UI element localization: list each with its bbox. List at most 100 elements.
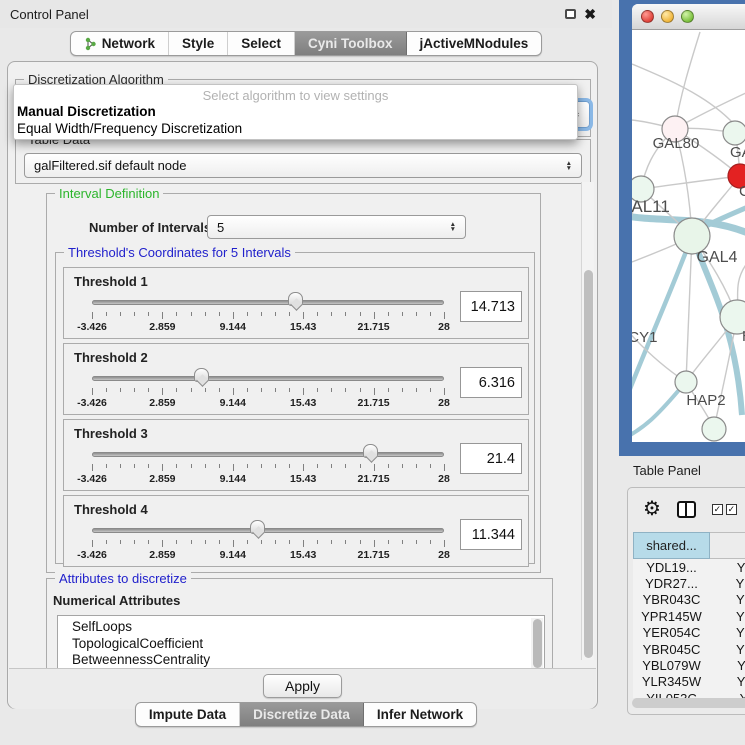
table-cell[interactable]: YBR045C (633, 641, 710, 657)
list-scrollbar[interactable] (531, 618, 543, 670)
slider-tick (303, 540, 304, 547)
tab-infer-network[interactable]: Infer Network (364, 703, 476, 726)
tab-cyni-toolbox[interactable]: Cyni Toolbox (295, 32, 407, 55)
slider-thumb[interactable] (288, 292, 303, 306)
table-cell[interactable]: YDL19... (633, 559, 710, 575)
threshold-value-field[interactable]: 14.713 (460, 291, 522, 322)
panel-title: Control Panel (0, 7, 89, 22)
panel-scrollbar[interactable] (581, 182, 594, 660)
table-cell[interactable]: YLR3 (710, 674, 745, 690)
table-cell[interactable]: YIL053C (633, 690, 710, 698)
checked-box-icon[interactable]: ✓ (726, 504, 737, 515)
slider-thumb[interactable] (194, 368, 209, 382)
slider-track[interactable] (92, 528, 444, 533)
slider-tick (233, 312, 234, 319)
slider-track[interactable] (92, 452, 444, 457)
float-window-icon[interactable] (565, 9, 576, 19)
threshold-value-field[interactable]: 21.4 (460, 443, 522, 474)
slider-tick (303, 388, 304, 395)
table-toolbar: ⚙ ✓ ✓ (628, 488, 745, 530)
slider-tick (430, 388, 431, 392)
table-row[interactable]: YER054CYER0 (633, 625, 745, 641)
slider-tick (176, 464, 177, 468)
popup-item-manual-discretization[interactable]: Manual Discretization (14, 103, 577, 120)
table-cell[interactable]: YDR2 (710, 575, 745, 591)
table-row[interactable]: YBR043CYBR0 (633, 592, 745, 608)
close-icon[interactable]: ✖ (584, 9, 596, 19)
table-horizontal-scrollbar[interactable] (632, 698, 745, 708)
column-header-shared-name[interactable]: shared... (633, 532, 710, 559)
table-row[interactable]: YBL079WYBL0 (633, 657, 745, 673)
column-header-name[interactable]: na (710, 532, 745, 559)
slider-tick-labels: -3.4262.8599.14415.4321.71528 (92, 321, 444, 334)
threshold-value-field[interactable]: 6.316 (460, 367, 522, 398)
table-rows: YDL19...YDL1YDR27...YDR2YBR043CYBR0YPR14… (633, 559, 745, 698)
slider-track[interactable] (92, 300, 444, 305)
slider-tick (275, 464, 276, 468)
slider-tick-label: 15.43 (290, 473, 316, 485)
combo-value: 5 (217, 220, 224, 235)
slider-tick (148, 388, 149, 392)
attribute-list-item[interactable]: SelfLoops (58, 619, 544, 636)
table-row[interactable]: YLR345WYLR3 (633, 674, 745, 690)
attribute-list-item[interactable]: TopologicalCoefficient (58, 636, 544, 653)
table-cell[interactable]: YER054C (633, 625, 710, 641)
slider-tick (92, 388, 93, 395)
table-row[interactable]: YBR045CYBR0 (633, 641, 745, 657)
tab-impute-data[interactable]: Impute Data (136, 703, 240, 726)
slider-tick (374, 540, 375, 547)
node-label: GAL4 (697, 249, 738, 266)
tab-network[interactable]: Network (71, 32, 169, 55)
slider-thumb[interactable] (250, 520, 265, 534)
network-canvas[interactable]: GAL80GACGAL11GAL4HGCY1HAP2 (632, 30, 745, 442)
numerical-attributes-list[interactable]: SelfLoopsTopologicalCoefficientBetweenne… (57, 615, 545, 673)
table-row[interactable]: YIL053CYIL0 (633, 690, 745, 698)
network-node[interactable] (723, 121, 745, 145)
table-cell[interactable]: YPR1 (710, 608, 745, 624)
table-cell[interactable]: YPR145W (633, 608, 710, 624)
table-row[interactable]: YPR145WYPR1 (633, 608, 745, 624)
slider-track[interactable] (92, 376, 444, 381)
popup-item-equal-width-frequency[interactable]: Equal Width/Frequency Discretization (14, 120, 577, 137)
network-window-titlebar[interactable] (632, 4, 745, 30)
attribute-list-item[interactable]: BetweennessCentrality (58, 652, 544, 669)
table-data-group: Table Data galFiltered.sif default node … (15, 139, 591, 184)
zoom-traffic-light[interactable] (681, 10, 694, 23)
threshold-value-field[interactable]: 11.344 (460, 519, 522, 550)
apply-button[interactable]: Apply (263, 674, 342, 698)
table-cell[interactable]: YBL079W (633, 657, 710, 673)
table-cell[interactable]: YIL0 (710, 690, 745, 698)
table-cell[interactable]: YDR27... (633, 575, 710, 591)
settings-gear-icon[interactable]: ⚙ (643, 499, 661, 519)
table-cell[interactable]: YBR043C (633, 592, 710, 608)
minimize-traffic-light[interactable] (661, 10, 674, 23)
tab-jactivemnodules[interactable]: jActiveMNodules (407, 32, 542, 55)
table-row[interactable]: YDL19...YDL1 (633, 559, 745, 575)
slider-tick (162, 388, 163, 395)
close-traffic-light[interactable] (641, 10, 654, 23)
table-cell[interactable]: YBL0 (710, 657, 745, 673)
table-cell[interactable]: YDL1 (710, 559, 745, 575)
checked-box-icon[interactable]: ✓ (712, 504, 723, 515)
slider-tick-label: -3.426 (77, 397, 107, 409)
table-cell[interactable]: YER0 (710, 625, 745, 641)
tab-select[interactable]: Select (228, 32, 295, 55)
slider-tick-label: 21.715 (358, 549, 390, 561)
tab-discretize-data[interactable]: Discretize Data (240, 703, 364, 726)
split-columns-icon[interactable] (677, 501, 696, 518)
table-cell[interactable]: YLR345W (633, 674, 710, 690)
table-data-combobox[interactable]: galFiltered.sif default node ▲▼ (24, 153, 582, 178)
tab-label: Style (182, 36, 214, 51)
tab-style[interactable]: Style (169, 32, 228, 55)
table-row[interactable]: YDR27...YDR2 (633, 575, 745, 591)
number-of-intervals-combobox[interactable]: 5 ▲▼ (207, 215, 466, 239)
table-cell[interactable]: YBR0 (710, 641, 745, 657)
table-cell[interactable]: YBR0 (710, 592, 745, 608)
network-node[interactable] (675, 371, 697, 393)
table-panel-titlebar: Table Panel (612, 456, 745, 484)
slider-tick-label: 2.859 (149, 473, 175, 485)
slider-tick (162, 540, 163, 547)
slider-tick-label: 15.43 (290, 321, 316, 333)
slider-thumb[interactable] (363, 444, 378, 458)
network-node[interactable] (702, 417, 726, 441)
